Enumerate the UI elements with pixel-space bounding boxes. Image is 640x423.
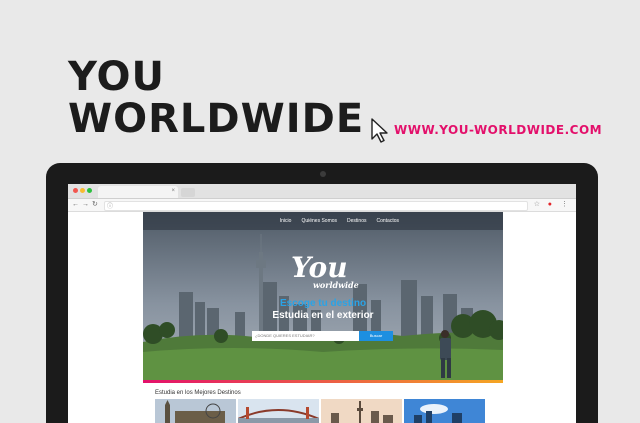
monitor: × ← → ↻ ⓘ ☆ ● ⋮ Inicio Quiénes Somos Des… [46, 163, 598, 423]
arrow-left-icon[interactable]: ← [72, 200, 79, 210]
city-skyline-image [143, 212, 503, 380]
promo-title-line2: WORLDWIDE [68, 96, 365, 142]
window-zoom-button[interactable] [87, 188, 92, 193]
monitor-screen: × ← → ↻ ⓘ ☆ ● ⋮ Inicio Quiénes Somos Des… [68, 184, 576, 423]
site-nav-links: Inicio Quiénes Somos Destinos Contactos [280, 218, 399, 224]
info-icon[interactable]: ⓘ [107, 201, 113, 210]
hero-section: Inicio Quiénes Somos Destinos Contactos … [143, 212, 503, 380]
destinations-row [155, 399, 485, 423]
menu-icon[interactable]: ⋮ [561, 200, 568, 210]
destination-search-input[interactable]: ¿DONDE QUIERES ESTUDIAR? [252, 331, 362, 341]
section-title: Estudia en los Mejores Destinos [155, 390, 241, 396]
destination-card-sydney[interactable] [238, 399, 319, 423]
window-minimize-button[interactable] [80, 188, 85, 193]
nav-link-contactos[interactable]: Contactos [376, 218, 399, 224]
site-logo-main: You [291, 251, 348, 284]
browser-toolbar: ← → ↻ ⓘ ☆ ● ⋮ [68, 199, 576, 212]
hero-tagline-primary: Escoge tu destino [279, 298, 367, 309]
tab-close-icon[interactable]: × [171, 188, 175, 194]
nav-link-inicio[interactable]: Inicio [280, 218, 292, 224]
window-close-button[interactable] [73, 188, 78, 193]
site-logo-sub: worldwide [313, 280, 359, 290]
address-field[interactable]: ⓘ [104, 201, 528, 211]
star-icon[interactable]: ☆ [534, 200, 540, 210]
browser-tab-strip: × [68, 184, 576, 199]
new-tab-button[interactable] [181, 188, 195, 197]
promo-title: YOU WORLDWIDE [68, 56, 364, 140]
site-navbar: Inicio Quiénes Somos Destinos Contactos [143, 212, 503, 230]
reload-icon[interactable]: ↻ [92, 200, 98, 210]
arrow-right-icon[interactable]: → [82, 200, 89, 210]
site-logo[interactable]: You worldwide [291, 251, 359, 291]
mouse-pointer-icon [371, 118, 388, 143]
browser-viewport: Inicio Quiénes Somos Destinos Contactos … [68, 212, 576, 423]
hero-tagline-secondary: Estudia en el exterior [272, 310, 374, 321]
destination-card-london[interactable] [155, 399, 236, 423]
opera-icon[interactable]: ● [548, 200, 552, 210]
promo-title-line1: YOU [68, 54, 166, 100]
destination-card-new-york[interactable] [404, 399, 485, 423]
promo-url[interactable]: WWW.YOU-WORLDWIDE.COM [394, 123, 602, 137]
search-button[interactable]: Buscar [359, 331, 393, 341]
destination-card-toronto[interactable] [321, 399, 402, 423]
camera-icon [320, 171, 326, 177]
accent-bar [143, 380, 503, 383]
browser-tab[interactable]: × [98, 186, 178, 198]
website: Inicio Quiénes Somos Destinos Contactos … [143, 212, 503, 423]
nav-link-quienes-somos[interactable]: Quiénes Somos [301, 218, 337, 224]
nav-link-destinos[interactable]: Destinos [347, 218, 366, 224]
